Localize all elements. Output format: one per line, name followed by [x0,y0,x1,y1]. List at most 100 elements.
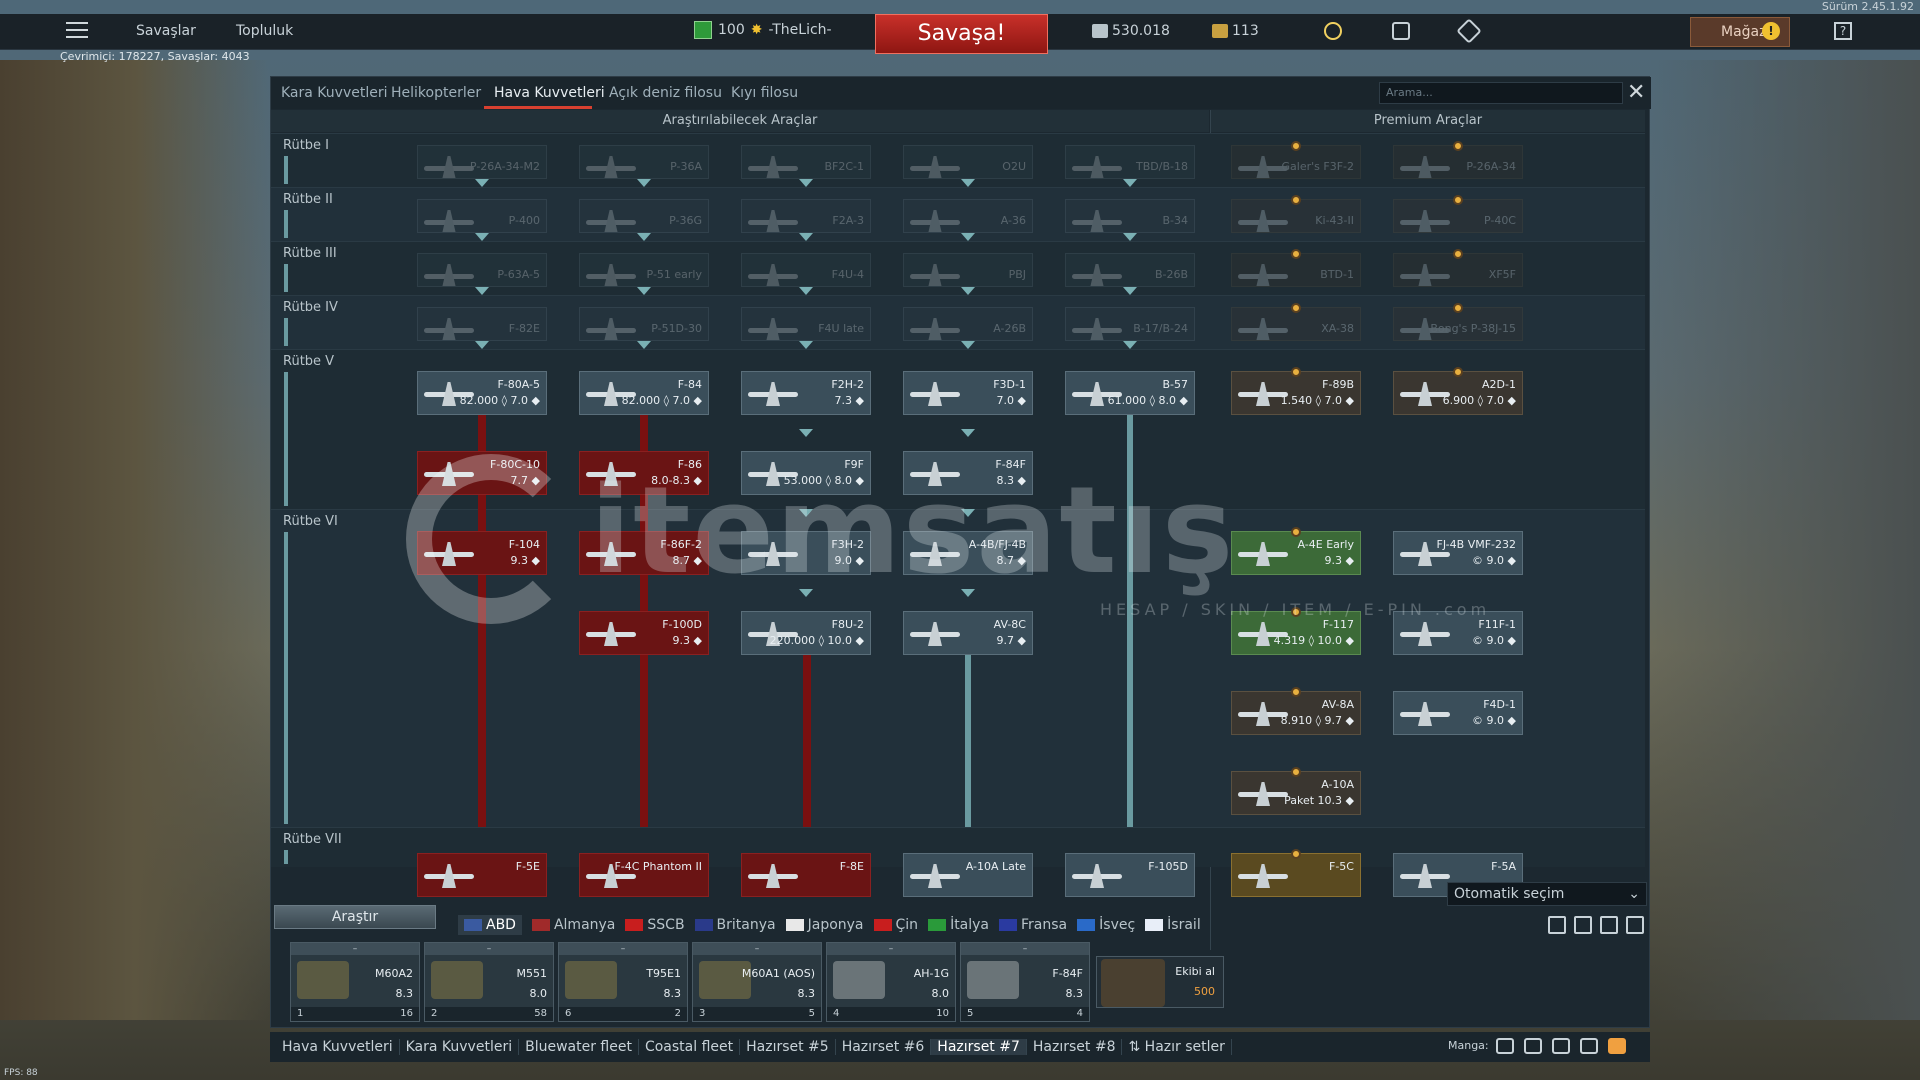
vehicle-card[interactable]: F-82E [417,307,547,341]
vehicle-card[interactable]: F3H-2 9.0 ◆ [741,531,871,575]
tab-aviation[interactable]: Hava Kuvvetleri [494,85,605,101]
player-info[interactable]: 100 ✸ -TheLich- [694,21,832,39]
vehicle-card[interactable]: F9F 53.000 ◊ 8.0 ◆ [741,451,871,495]
close-icon[interactable]: ✕ [1627,82,1645,104]
vehicle-card[interactable]: F3D-1 7.0 ◆ [903,371,1033,415]
preset-tab[interactable]: Hazırset #5 [740,1039,836,1055]
vehicle-card[interactable]: F-105D [1065,853,1195,897]
vehicle-card[interactable]: F-86F-2 8.7 ◆ [579,531,709,575]
vehicle-card[interactable]: O2U [903,145,1033,179]
nation-tab[interactable]: Çin [873,915,918,935]
preset-tab[interactable]: Hazırset #7 [931,1039,1027,1055]
vehicle-card[interactable]: A2D-1 6.900 ◊ 7.0 ◆ [1393,371,1523,415]
vehicle-card[interactable]: A-26B [903,307,1033,341]
vehicle-card[interactable]: F-89B 1.540 ◊ 7.0 ◆ [1231,371,1361,415]
vehicle-card[interactable]: F4D-1 © 9.0 ◆ [1393,691,1523,735]
tab-ground[interactable]: Kara Kuvvetleri [281,85,387,101]
chest-icon[interactable] [1392,22,1410,40]
vehicle-card[interactable]: BF2C-1 [741,145,871,179]
research-button[interactable]: Araştır [274,905,436,929]
buy-crew-slot[interactable]: Ekibi al 500 [1096,956,1224,1008]
warning-icon[interactable]: ! [1762,22,1780,40]
nation-tab[interactable]: SSCB [625,915,685,935]
vehicle-card[interactable]: F-84 82.000 ◊ 7.0 ◆ [579,371,709,415]
crew-slot[interactable]: – F-84F 8.3 5 4 [960,942,1090,1022]
wrench-icon[interactable] [1548,916,1566,934]
crew-slot[interactable]: – M60A1 (AOS) 8.3 3 5 [692,942,822,1022]
nation-tab[interactable]: Fransa [999,915,1067,935]
vehicle-card[interactable]: TBD/B-18 [1065,145,1195,179]
auto-select-dropdown[interactable]: Otomatik seçim ⌄ [1447,882,1647,906]
rank-label[interactable]: Rütbe I [283,138,329,153]
nation-tab[interactable]: Britanya [694,915,776,935]
vehicle-card[interactable]: P-63A-5 [417,253,547,287]
check-icon[interactable] [1574,916,1592,934]
vehicle-card[interactable]: F-5C [1231,853,1361,897]
preset-tab[interactable]: Hazırset #6 [836,1039,932,1055]
vehicle-card[interactable]: F4U-4 [741,253,871,287]
tab-coastal[interactable]: Kıyı filosu [731,85,798,101]
crew-slot[interactable]: – AH-1G 8.0 4 10 [826,942,956,1022]
vehicle-card[interactable]: A-10A Paket 10.3 ◆ [1231,771,1361,815]
vehicle-card[interactable]: F-86 8.0-8.3 ◆ [579,451,709,495]
rank-label[interactable]: Rütbe VII [283,832,342,847]
chat-icon[interactable] [1580,1038,1598,1054]
list-icon[interactable] [1524,1038,1542,1054]
vehicle-card[interactable]: P-26A-34-M2 [417,145,547,179]
vehicle-card[interactable]: P-51 early [579,253,709,287]
preset-tab[interactable]: ⇅ Hazır setler [1122,1039,1232,1055]
vehicle-card[interactable]: A-4E Early 9.3 ◆ [1231,531,1361,575]
vehicle-card[interactable]: F11F-1 © 9.0 ◆ [1393,611,1523,655]
battle-button[interactable]: Savaşa! [875,14,1048,54]
nation-tab[interactable]: ABD [458,915,522,935]
nation-tab[interactable]: Almanya [531,915,615,935]
nav-battles[interactable]: Savaşlar [136,23,196,39]
rank-label[interactable]: Rütbe IV [283,300,338,315]
hamburger-menu-icon[interactable] [66,22,88,38]
vehicle-card[interactable]: F-4C Phantom II [579,853,709,897]
check-all-icon[interactable] [1626,916,1644,934]
vehicle-card[interactable]: B-34 [1065,199,1195,233]
vehicle-card[interactable]: F2A-3 [741,199,871,233]
vehicle-card[interactable]: B-17/B-24 [1065,307,1195,341]
vehicle-card[interactable]: F-100D 9.3 ◆ [579,611,709,655]
mail-icon[interactable] [1608,1038,1626,1054]
plus-icon[interactable] [1496,1038,1514,1054]
vehicle-card[interactable]: P-36G [579,199,709,233]
vehicle-card[interactable]: F-5E [417,853,547,897]
tab-bluewater[interactable]: Açık deniz filosu [609,85,722,101]
preset-tab[interactable]: Coastal fleet [639,1039,741,1055]
vehicle-card[interactable]: P-400 [417,199,547,233]
friends-icon[interactable] [1552,1038,1570,1054]
vehicle-card[interactable]: P-36A [579,145,709,179]
nation-tab[interactable]: İtalya [928,915,989,935]
crew-slot[interactable]: – T95E1 8.3 6 2 [558,942,688,1022]
help-icon[interactable]: ? [1834,22,1852,40]
preset-tab[interactable]: Hazırset #8 [1027,1039,1123,1055]
vehicle-card[interactable]: PBJ [903,253,1033,287]
vehicle-card[interactable]: P-51D-30 [579,307,709,341]
vehicle-card[interactable]: AV-8C 9.7 ◆ [903,611,1033,655]
crew-slot[interactable]: – M60A2 8.3 1 16 [290,942,420,1022]
preset-tab[interactable]: Kara Kuvvetleri [400,1039,520,1055]
vehicle-card[interactable]: AV-8A 8.910 ◊ 9.7 ◆ [1231,691,1361,735]
vehicle-card[interactable]: F-84F 8.3 ◆ [903,451,1033,495]
vehicle-card[interactable]: A-36 [903,199,1033,233]
rank-label[interactable]: Rütbe II [283,192,333,207]
rank-label[interactable]: Rütbe VI [283,514,338,529]
vehicle-card[interactable]: A-10A Late [903,853,1033,897]
vehicle-card[interactable]: B-26B [1065,253,1195,287]
crew-slot[interactable]: – M551 8.0 2 58 [424,942,554,1022]
rank-label[interactable]: Rütbe V [283,354,334,369]
vehicle-card[interactable]: F-8E [741,853,871,897]
nation-tab[interactable]: İsrail [1145,915,1201,935]
vehicle-card[interactable]: F-80A-5 82.000 ◊ 7.0 ◆ [417,371,547,415]
rank-label[interactable]: Rütbe III [283,246,337,261]
vehicle-card[interactable]: A-4B/FJ-4B 8.7 ◆ [903,531,1033,575]
search-input[interactable]: Arama... [1379,82,1623,104]
preset-tab[interactable]: Bluewater fleet [519,1039,639,1055]
vehicle-card[interactable]: F2H-2 7.3 ◆ [741,371,871,415]
vehicle-card[interactable]: FJ-4B VMF-232 © 9.0 ◆ [1393,531,1523,575]
lightbulb-icon[interactable] [1324,22,1342,40]
vehicle-card[interactable]: F-80C-10 7.7 ◆ [417,451,547,495]
